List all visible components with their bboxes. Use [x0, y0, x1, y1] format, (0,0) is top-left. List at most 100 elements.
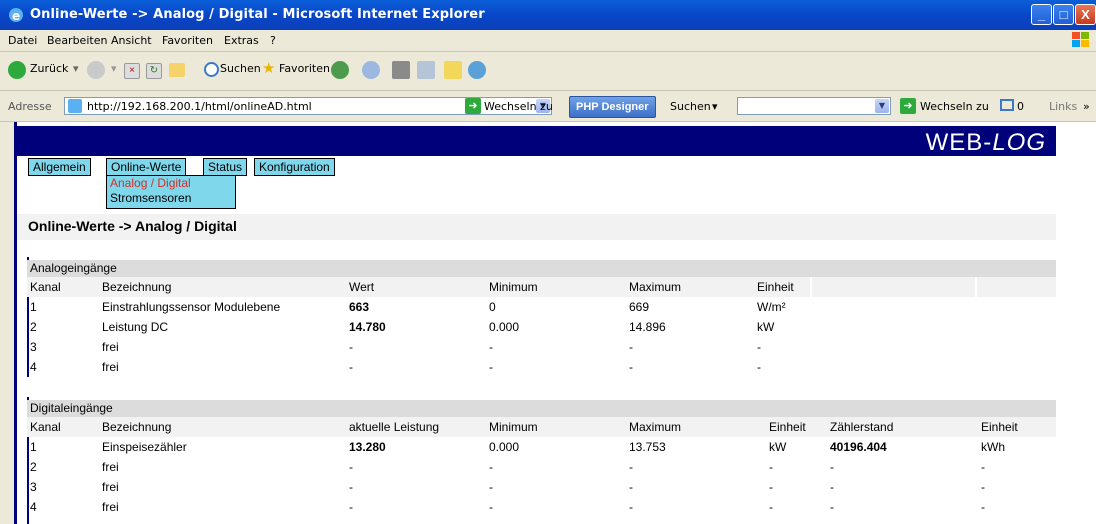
table-row: 3 frei - - - -	[27, 337, 1056, 357]
cell-unit: W/m²	[757, 300, 786, 314]
tab-online-werte[interactable]: Online-Werte	[106, 158, 187, 176]
go2-arrow-icon[interactable]: ➜	[900, 98, 916, 114]
cell-min: -	[489, 460, 493, 474]
menu-bar: Datei Bearbeiten Ansicht Favoriten Extra…	[0, 30, 1096, 52]
cell-unit2: -	[981, 480, 985, 494]
menu-help[interactable]: ?	[270, 34, 276, 47]
menu-bearbeiten[interactable]: Bearbeiten	[47, 34, 107, 47]
analog-header-row: Kanal Bezeichnung Wert Minimum Maximum E…	[27, 277, 1056, 297]
page-content: WEB-LOG Allgemein Online-Werte Status Ko…	[0, 122, 1096, 524]
search-icon[interactable]	[204, 62, 219, 77]
cell-unit: kW	[769, 440, 787, 454]
cell-name: Einstrahlungssensor Modulebene	[102, 300, 281, 314]
php-designer-button[interactable]: PHP Designer	[569, 96, 656, 118]
col-kanal: Kanal	[30, 420, 61, 434]
cell-name: frei	[102, 360, 119, 374]
cell-kanal: 4	[30, 360, 37, 374]
back-arrow-icon[interactable]	[8, 61, 26, 79]
tab-status[interactable]: Status	[203, 158, 248, 176]
search-button-label[interactable]: Suchen	[220, 62, 261, 75]
refresh-icon[interactable]: ↻	[146, 63, 162, 79]
cell-max: -	[629, 460, 633, 474]
cell-unit: -	[769, 480, 773, 494]
cell-max: -	[629, 360, 633, 374]
cell-kanal: 1	[30, 440, 37, 454]
cell-unit: -	[769, 460, 773, 474]
back-button-label[interactable]: Zurück	[30, 62, 68, 75]
table-row: 4 frei - - - - - -	[27, 497, 1056, 517]
home-icon[interactable]	[169, 63, 185, 77]
svg-text:e: e	[12, 9, 20, 23]
close-button[interactable]: X	[1075, 4, 1096, 25]
notes-icon[interactable]	[444, 61, 462, 79]
links-label[interactable]: Links	[1049, 100, 1077, 113]
messenger-icon[interactable]	[468, 61, 486, 79]
window-title-bar[interactable]: e Online-Werte -> Analog / Digital - Mic…	[0, 0, 1096, 30]
col-wert: Wert	[349, 280, 375, 294]
window-counter-icon[interactable]	[1000, 99, 1014, 111]
toolbar-search-input[interactable]: ▼	[737, 97, 891, 115]
favorites-button-label[interactable]: Favoriten	[279, 62, 330, 75]
cell-kanal: 2	[30, 460, 37, 474]
col-einheit-2: Einheit	[981, 420, 1018, 434]
cell-wert: 14.780	[349, 320, 386, 334]
cell-name: frei	[102, 340, 119, 354]
cell-wert: -	[349, 340, 353, 354]
cell-count: 40196.404	[830, 440, 887, 454]
toolbar-search-label[interactable]: Suchen	[670, 100, 711, 113]
submenu-analog-digital[interactable]: Analog / Digital	[107, 176, 235, 191]
favorites-star-icon[interactable]: ★	[262, 59, 275, 77]
tab-konfiguration[interactable]: Konfiguration	[254, 158, 335, 176]
menu-ansicht[interactable]: Ansicht	[111, 34, 152, 47]
cell-kanal: 4	[30, 500, 37, 514]
go-arrow-icon[interactable]: ➜	[465, 98, 481, 114]
col-bezeichnung: Bezeichnung	[102, 280, 172, 294]
col-aktuelle-leistung: aktuelle Leistung	[349, 420, 440, 434]
cell-max: 669	[629, 300, 650, 314]
search-dropdown-icon[interactable]: ▾	[712, 100, 718, 113]
cell-wert: -	[349, 460, 353, 474]
cell-min: -	[489, 340, 493, 354]
menu-favoriten[interactable]: Favoriten	[162, 34, 213, 47]
site-header: WEB-LOG	[17, 126, 1056, 156]
address-url: http://192.168.200.1/html/onlineAD.html	[87, 100, 312, 113]
maximize-button[interactable]: □	[1053, 4, 1074, 25]
stop-icon[interactable]: ×	[124, 63, 140, 79]
address-bar: Adresse http://192.168.200.1/html/online…	[0, 91, 1096, 122]
cell-wert: 13.280	[349, 440, 386, 454]
cell-unit2: -	[981, 460, 985, 474]
submenu: Analog / Digital Stromsensoren	[106, 175, 236, 209]
cell-count: -	[830, 500, 834, 514]
cell-wert: -	[349, 360, 353, 374]
menu-extras[interactable]: Extras	[224, 34, 259, 47]
go-button-label[interactable]: Wechseln zu	[484, 100, 553, 113]
submenu-stromsensoren[interactable]: Stromsensoren	[107, 191, 235, 206]
search-input-dropdown-icon[interactable]: ▼	[875, 99, 889, 113]
forward-dropdown-icon[interactable]: ▾	[111, 62, 117, 75]
links-chevron-icon[interactable]: »	[1083, 100, 1090, 113]
cell-max: 14.896	[629, 320, 666, 334]
forward-arrow-icon[interactable]	[87, 61, 105, 79]
col-minimum: Minimum	[489, 420, 538, 434]
table-row: 4 frei - - - -	[27, 357, 1056, 377]
analog-section: Analogeingänge Kanal Bezeichnung Wert Mi…	[27, 260, 1056, 377]
back-dropdown-icon[interactable]: ▾	[73, 62, 79, 75]
cell-wert: -	[349, 480, 353, 494]
cell-kanal: 3	[30, 480, 37, 494]
cell-name: Einspeisezähler	[102, 440, 187, 454]
mail-icon[interactable]	[362, 61, 380, 79]
print-icon[interactable]	[392, 61, 410, 79]
cell-name: Leistung DC	[102, 320, 169, 334]
cell-max: -	[629, 480, 633, 494]
menu-datei[interactable]: Datei	[8, 34, 37, 47]
col-bezeichnung: Bezeichnung	[102, 420, 172, 434]
go2-button-label[interactable]: Wechseln zu	[920, 100, 989, 113]
cell-min: -	[489, 500, 493, 514]
brand-logo: WEB-LOG	[925, 129, 1046, 156]
edit-icon[interactable]	[417, 61, 435, 79]
history-icon[interactable]	[331, 61, 349, 79]
minimize-button[interactable]: _	[1031, 4, 1052, 25]
cell-unit2: kWh	[981, 440, 1005, 454]
tab-allgemein[interactable]: Allgemein	[28, 158, 91, 176]
table-row: 1 Einstrahlungssensor Modulebene 663 0 6…	[27, 297, 1056, 317]
